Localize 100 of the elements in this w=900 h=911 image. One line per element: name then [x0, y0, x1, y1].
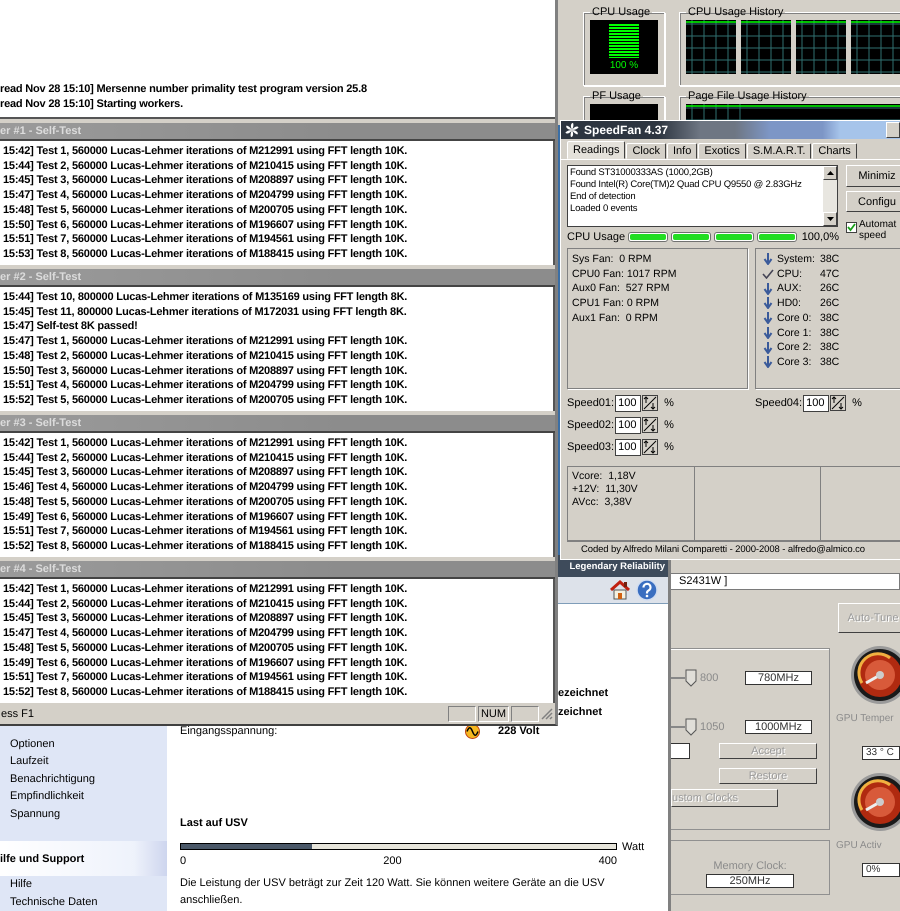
- fan-reading: CPU1 Fan: 0 RPM: [572, 296, 660, 311]
- speed-unit: %: [852, 397, 862, 409]
- side-button[interactable]: Configu: [846, 191, 900, 212]
- memory-clock-field[interactable]: 250MHz: [706, 874, 794, 888]
- log-line: End of detection: [570, 191, 636, 203]
- gauge-reading: 33 ° C: [862, 746, 900, 760]
- log-line: 15:52] Test 5, 560000 Lucas-Lehmer iterations of M200705 using FFT length 10K.: [3, 392, 408, 408]
- log-line: 15:45] Test 3, 560000 Lucas-Lehmer iterations of M208897 using FFT length 10K.: [3, 173, 408, 188]
- log-line: 15:44] Test 10, 800000 Lucas-Lehmer iterations of M135169 using FFT length 8K.: [3, 290, 408, 305]
- sidebar-link[interactable]: Optionen: [0, 736, 167, 753]
- axis-tick-label: 0: [180, 854, 186, 866]
- log-line: 15:42] Test 1, 560000 Lucas-Lehmer iterations of M212991 using FFT length 10K.: [3, 582, 408, 597]
- clock-value-field[interactable]: 1000MHz: [745, 720, 812, 734]
- group-title: CPU Usage History: [687, 6, 784, 18]
- tab[interactable]: Readings: [567, 141, 626, 159]
- log-line: Loaded 0 events: [570, 203, 638, 215]
- speed-unit: %: [664, 419, 674, 431]
- status-panel: [511, 706, 539, 722]
- spin-arrows-icon[interactable]: [642, 439, 658, 455]
- log-line: 15:48] Test 5, 560000 Lucas-Lehmer iterations of M200705 using FFT length 10K.: [3, 494, 408, 510]
- speed-field[interactable]: 100: [615, 416, 642, 434]
- speed-label: Speed04:: [755, 397, 802, 409]
- speed-unit: %: [664, 397, 674, 409]
- worker-title: er #4 - Self-Test: [0, 563, 82, 575]
- speed-field[interactable]: 100: [615, 438, 642, 456]
- worker-title: er #3 - Self-Test: [0, 417, 82, 429]
- log-line: 15:48] Test 5, 560000 Lucas-Lehmer iterations of M200705 using FFT length 10K.: [3, 640, 408, 656]
- temperature-label: HD0:: [777, 296, 802, 311]
- speed-field[interactable]: 100: [615, 394, 642, 412]
- temperature-label: AUX:: [777, 281, 803, 296]
- input-voltage-label: Eingangsspannung:: [180, 725, 278, 737]
- load-unit: Watt: [622, 840, 644, 852]
- size-grip-icon[interactable]: [541, 708, 553, 720]
- down-arrow-icon: [762, 282, 774, 295]
- slider-thumb[interactable]: [685, 718, 697, 736]
- scroll-up-icon[interactable]: [826, 171, 834, 175]
- axis-tick-label: 400: [598, 854, 617, 866]
- speed-label: Speed02:: [567, 419, 614, 431]
- fan-reading: Aux0 Fan: 527 RPM: [572, 281, 670, 296]
- fan-reading: Aux1 Fan: 0 RPM: [572, 310, 659, 326]
- clock-value-field[interactable]: 780MHz: [745, 671, 812, 685]
- usage-history-graph: [851, 20, 900, 74]
- temperature-value: 38C: [820, 326, 840, 340]
- display-field: S2431W ]: [671, 573, 900, 590]
- temperature-label: Core 3:: [777, 354, 812, 370]
- checkbox-label: Automat: [859, 219, 896, 230]
- tab[interactable]: Exotics: [698, 143, 746, 159]
- group-title: PF Usage: [591, 90, 642, 102]
- down-arrow-icon: [762, 253, 774, 266]
- fan-reading: CPU0 Fan: 1017 RPM: [572, 266, 678, 282]
- down-arrow-icon: [762, 342, 774, 354]
- help-icon[interactable]: [636, 578, 658, 601]
- down-arrow-icon: [762, 326, 774, 339]
- home-icon[interactable]: [609, 580, 631, 600]
- speed-unit: %: [664, 441, 674, 453]
- clock-max-label: 1050: [699, 721, 726, 733]
- input-field[interactable]: [671, 743, 690, 759]
- sidebar-link[interactable]: Hilfe: [0, 876, 167, 894]
- scrollbar[interactable]: [823, 166, 837, 226]
- spin-arrows-icon[interactable]: [642, 395, 658, 411]
- side-button[interactable]: Minimiz: [846, 165, 900, 187]
- log-line: 15:45] Test 3, 560000 Lucas-Lehmer iterations of M208897 using FFT length 10K.: [3, 465, 408, 480]
- spin-arrows-icon[interactable]: [830, 395, 846, 411]
- log-line: 15:48] Test 5, 560000 Lucas-Lehmer iterations of M200705 using FFT length 10K.: [3, 202, 408, 218]
- tab[interactable]: Charts: [812, 143, 857, 159]
- sidebar-link[interactable]: Technische Daten: [0, 894, 167, 911]
- sidebar-link[interactable]: Spannung: [0, 806, 167, 823]
- worker-title: er #2 - Self-Test: [0, 271, 82, 283]
- log-line: 15:44] Test 2, 560000 Lucas-Lehmer iterations of M210415 using FFT length 10K.: [3, 158, 408, 174]
- group-title: CPU Usage: [591, 6, 652, 18]
- tab[interactable]: Clock: [626, 143, 666, 159]
- log-line: 15:42] Test 1, 560000 Lucas-Lehmer iterations of M212991 using FFT length 10K.: [3, 144, 408, 159]
- load-note: Die Leistung der USV beträgt zur Zeit 120 Watt. Sie können weitere Geräte an die USV anschließen.: [180, 876, 606, 908]
- sidebar-link[interactable]: Benachrichtigung: [0, 770, 167, 788]
- log-line: 15:47] Test 4, 560000 Lucas-Lehmer iterations of M204799 using FFT length 10K.: [3, 188, 408, 203]
- worker-title: er #1 - Self-Test: [0, 125, 82, 137]
- spin-arrows-icon[interactable]: [642, 417, 658, 433]
- sidebar-link[interactable]: Empfindlichkeit: [0, 788, 167, 806]
- log-line: 15:45] Test 11, 800000 Lucas-Lehmer iterations of M172031 using FFT length 8K.: [3, 304, 408, 320]
- status-text: ess F1: [0, 708, 36, 720]
- temperature-value: 38C: [820, 310, 840, 326]
- clock-max-label: 800: [699, 672, 720, 684]
- scroll-down-icon[interactable]: [826, 217, 834, 221]
- minimize-button[interactable]: [886, 122, 900, 138]
- load-title: Last auf USV: [180, 816, 249, 828]
- tab[interactable]: Info: [667, 143, 698, 159]
- status-value: ezeichnet: [558, 686, 608, 700]
- tab[interactable]: S.M.A.R.T.: [746, 143, 812, 159]
- temperature-value: 38C: [820, 340, 840, 355]
- down-arrow-icon: [762, 312, 774, 324]
- temperature-label: System:: [777, 252, 816, 267]
- log-line: 15:46] Test 4, 560000 Lucas-Lehmer iterations of M204799 using FFT length 10K.: [3, 480, 408, 495]
- log-line: 15:44] Test 2, 560000 Lucas-Lehmer iterations of M210415 using FFT length 10K.: [3, 596, 408, 612]
- status-value: zeichnet: [558, 704, 602, 720]
- auto-speed-checkbox[interactable]: [846, 222, 857, 233]
- slider-thumb[interactable]: [685, 669, 697, 687]
- log-line: Found ST31000333AS (1000,2GB): [570, 167, 714, 179]
- sidebar-link[interactable]: Laufzeit: [0, 753, 167, 770]
- speed-field[interactable]: 100: [803, 394, 830, 412]
- gauge-label: GPU Activ: [836, 840, 882, 851]
